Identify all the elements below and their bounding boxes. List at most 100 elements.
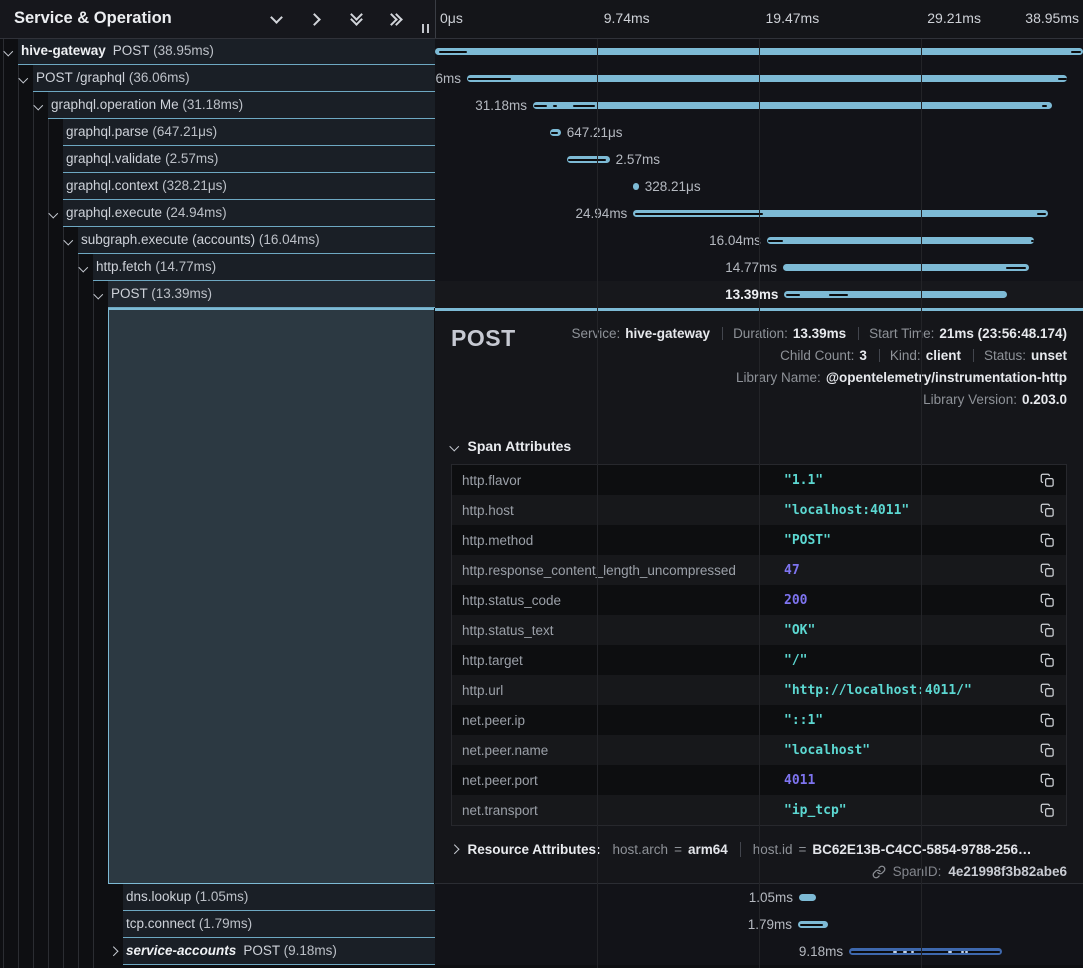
child-span-mark <box>635 213 763 215</box>
span-timeline-cell[interactable]: 9.18ms <box>435 938 1083 965</box>
span-attributes-header[interactable]: Span Attributes <box>451 438 1067 454</box>
span-bar[interactable] <box>467 75 1067 82</box>
span-timeline-cell[interactable]: 1.79ms <box>435 911 1083 938</box>
span-timeline-cell[interactable]: 328.21μs <box>435 173 1083 200</box>
span-bar[interactable] <box>435 48 1083 55</box>
span-tree-cell[interactable]: service-accountsPOST (9.18ms) <box>0 938 435 965</box>
span-row[interactable]: subgraph.execute (accounts) (16.04ms) 16… <box>0 227 1083 254</box>
span-tree-cell[interactable]: graphql.operation Me (31.18ms) <box>0 92 435 119</box>
library-name-value: @opentelemetry/instrumentation-http <box>826 370 1067 385</box>
child-count-value: 3 <box>859 348 867 363</box>
expand-chevron[interactable] <box>95 281 102 308</box>
expand-chevron[interactable] <box>65 227 72 254</box>
expand-chevron[interactable] <box>5 38 12 65</box>
span-row[interactable]: graphql.context (328.21μs) 328.21μs <box>0 173 1083 200</box>
chevron-down-icon[interactable] <box>269 12 283 26</box>
span-row[interactable]: graphql.execute (24.94ms) 24.94ms <box>0 200 1083 227</box>
span-row[interactable]: graphql.parse (647.21μs) 647.21μs <box>0 119 1083 146</box>
copy-button[interactable] <box>1038 591 1056 609</box>
span-row[interactable]: graphql.operation Me (31.18ms) 31.18ms <box>0 92 1083 119</box>
copy-button[interactable] <box>1038 771 1056 789</box>
span-tree-cell[interactable]: graphql.context (328.21μs) <box>0 173 435 200</box>
span-id-label: SpanID: <box>893 864 942 879</box>
expand-chevron[interactable] <box>35 92 42 119</box>
chevron-right-icon <box>450 845 459 854</box>
span-bar[interactable] <box>783 264 1029 271</box>
span-bar[interactable] <box>784 291 1007 298</box>
resource-attributes-row[interactable]: Resource Attributes: host.arch=arm64host… <box>451 842 1067 857</box>
span-bar[interactable] <box>799 894 816 901</box>
copy-icon <box>1040 683 1055 698</box>
span-timeline-cell[interactable]: 13.39ms <box>435 281 1083 308</box>
copy-button[interactable] <box>1038 471 1056 489</box>
span-timeline-cell[interactable]: 647.21μs <box>435 119 1083 146</box>
attribute-value: 4011 <box>784 773 1038 788</box>
span-timeline-cell[interactable]: 2.57ms <box>435 146 1083 173</box>
span-timeline-cell[interactable]: 36.06ms <box>435 65 1083 92</box>
timeline-tick-label: 29.21ms <box>927 0 981 36</box>
copy-button[interactable] <box>1038 561 1056 579</box>
tree-header-title: Service & Operation <box>14 0 172 37</box>
copy-button[interactable] <box>1038 681 1056 699</box>
double-chevron-right-icon[interactable] <box>389 12 403 26</box>
expand-chevron[interactable] <box>80 254 87 281</box>
double-chevron-down-icon[interactable] <box>349 12 363 26</box>
timeline-tick-label: 0μs <box>440 0 463 36</box>
copy-button[interactable] <box>1038 621 1056 639</box>
attribute-row: net.transport "ip_tcp" <box>452 795 1066 825</box>
duration-value: 13.39ms <box>793 326 846 341</box>
copy-button[interactable] <box>1038 801 1056 819</box>
copy-icon <box>1040 803 1055 818</box>
span-tree-cell[interactable]: POST /graphql (36.06ms) <box>0 65 435 92</box>
duration-label: Duration: <box>733 326 788 341</box>
span-row[interactable]: hive-gatewayPOST (38.95ms) 38.95ms <box>0 38 1083 65</box>
child-span-mark <box>1058 78 1067 80</box>
span-row[interactable]: service-accountsPOST (9.18ms) 9.18ms <box>0 938 1083 965</box>
copy-button[interactable] <box>1038 741 1056 759</box>
span-tree-cell[interactable]: tcp.connect (1.79ms) <box>0 911 435 938</box>
child-span-mark <box>439 51 467 53</box>
span-bar[interactable] <box>633 183 638 190</box>
span-row[interactable]: tcp.connect (1.79ms) 1.79ms <box>0 911 1083 938</box>
expand-chevron[interactable] <box>50 200 57 227</box>
span-bar[interactable] <box>533 102 1052 109</box>
copy-button[interactable] <box>1038 651 1056 669</box>
span-tree-cell[interactable]: graphql.execute (24.94ms) <box>0 200 435 227</box>
timeline-tick-label: 38.95ms <box>1025 0 1079 36</box>
operation-name: POST <box>113 43 150 58</box>
span-tree-cell[interactable]: subgraph.execute (accounts) (16.04ms) <box>0 227 435 254</box>
copy-button[interactable] <box>1038 711 1056 729</box>
span-row[interactable]: POST /graphql (36.06ms) 36.06ms <box>0 65 1083 92</box>
span-timeline-cell[interactable]: 16.04ms <box>435 227 1083 254</box>
span-tree-cell[interactable]: graphql.validate (2.57ms) <box>0 146 435 173</box>
copy-icon <box>1040 593 1055 608</box>
span-row[interactable]: dns.lookup (1.05ms) 1.05ms <box>0 884 1083 911</box>
panel-resize-grip[interactable] <box>420 22 431 35</box>
span-duration: (24.94ms) <box>166 205 227 220</box>
span-timeline-cell[interactable]: 1.05ms <box>435 884 1083 911</box>
span-timeline-cell[interactable]: 31.18ms <box>435 92 1083 119</box>
attribute-row: http.target "/" <box>452 645 1066 675</box>
span-row[interactable]: graphql.validate (2.57ms) 2.57ms <box>0 146 1083 173</box>
span-attributes-title: Span Attributes <box>468 438 572 454</box>
attribute-key: http.method <box>462 533 784 548</box>
copy-button[interactable] <box>1038 501 1056 519</box>
span-tree-cell[interactable]: hive-gatewayPOST (38.95ms) <box>0 38 435 65</box>
span-tree-cell[interactable]: http.fetch (14.77ms) <box>0 254 435 281</box>
span-tree-cell[interactable]: dns.lookup (1.05ms) <box>0 884 435 911</box>
expand-chevron[interactable] <box>20 65 27 92</box>
attribute-row: net.peer.name "localhost" <box>452 735 1066 765</box>
span-timeline-cell[interactable]: 14.77ms <box>435 254 1083 281</box>
span-row[interactable]: POST (13.39ms) 13.39ms <box>0 281 1083 308</box>
link-icon[interactable] <box>872 865 886 879</box>
expand-chevron[interactable] <box>110 938 117 965</box>
span-tree-cell[interactable]: graphql.parse (647.21μs) <box>0 119 435 146</box>
span-tree-cell[interactable]: POST (13.39ms) <box>0 281 435 308</box>
span-row[interactable]: http.fetch (14.77ms) 14.77ms <box>0 254 1083 281</box>
chevron-right-icon[interactable] <box>309 12 323 26</box>
span-timeline-cell[interactable]: 38.95ms <box>435 38 1083 65</box>
attribute-key: http.target <box>462 653 784 668</box>
span-timeline-cell[interactable]: 24.94ms <box>435 200 1083 227</box>
copy-button[interactable] <box>1038 531 1056 549</box>
span-bar[interactable] <box>767 237 1034 244</box>
